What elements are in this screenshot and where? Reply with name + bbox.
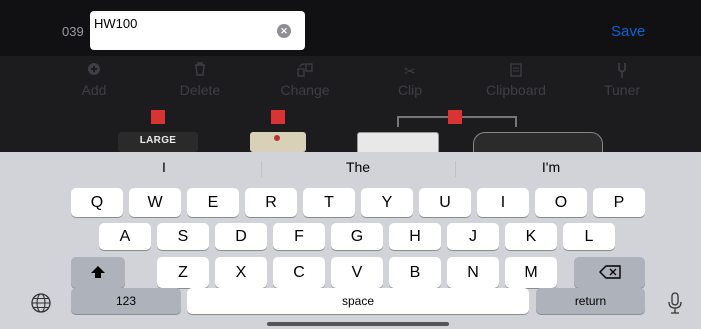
numbers-key[interactable]: 123 — [71, 288, 181, 314]
clipboard-button[interactable]: Clipboard — [476, 62, 556, 98]
shift-key[interactable] — [71, 257, 125, 288]
key-v[interactable]: V — [331, 257, 383, 288]
tuner-fork-icon — [582, 62, 662, 80]
key-s[interactable]: S — [157, 223, 209, 250]
suggestion-1[interactable]: I — [84, 159, 244, 175]
key-i[interactable]: I — [477, 188, 529, 217]
key-e[interactable]: E — [187, 188, 239, 217]
patch-name-field[interactable]: HW100 ✕ — [90, 11, 305, 50]
suggestion-divider — [261, 161, 262, 177]
key-h[interactable]: H — [389, 223, 441, 250]
shift-icon — [91, 266, 105, 278]
key-g[interactable]: G — [331, 223, 383, 250]
key-c[interactable]: C — [273, 257, 325, 288]
suggestion-2[interactable]: The — [278, 159, 438, 175]
change-button[interactable]: Change — [265, 62, 345, 98]
patch-name-value: HW100 — [94, 16, 138, 31]
clear-text-icon[interactable]: ✕ — [277, 24, 291, 38]
backspace-icon — [598, 265, 621, 279]
key-u[interactable]: U — [419, 188, 471, 217]
suggestion-3[interactable]: I'm — [471, 159, 631, 175]
amp-block[interactable]: LARGE CHAPEL — [118, 132, 198, 152]
amp-name: LARGE CHAPEL — [139, 135, 177, 146]
key-k[interactable]: K — [505, 223, 557, 250]
key-n[interactable]: N — [447, 257, 499, 288]
key-l[interactable]: L — [563, 223, 615, 250]
add-label: Add — [81, 82, 107, 98]
key-d[interactable]: D — [215, 223, 267, 250]
delete-button[interactable]: Delete — [160, 62, 240, 98]
scissors-icon: ✂ — [404, 63, 416, 79]
patch-editor: 039 HW100 ✕ Save Add Delete Change ✂ Cli… — [0, 0, 701, 152]
home-indicator — [267, 322, 449, 326]
key-w[interactable]: W — [129, 188, 181, 217]
backspace-key[interactable] — [574, 257, 645, 288]
effect-block[interactable] — [250, 132, 306, 152]
save-button[interactable]: Save — [611, 23, 645, 40]
key-x[interactable]: X — [215, 257, 267, 288]
patch-number: 039 — [62, 24, 84, 39]
key-q[interactable]: Q — [71, 188, 123, 217]
tuner-button[interactable]: Tuner — [582, 62, 662, 98]
clipboard-icon — [476, 62, 556, 80]
add-icon — [54, 62, 134, 80]
top-bar: 039 HW100 ✕ Save — [0, 0, 701, 56]
block-on-indicator[interactable] — [448, 110, 462, 124]
key-o[interactable]: O — [535, 188, 587, 217]
add-button[interactable]: Add — [54, 62, 134, 98]
suggestion-divider — [455, 161, 456, 177]
key-f[interactable]: F — [273, 223, 325, 250]
amp-head-block[interactable] — [357, 132, 439, 152]
globe-icon[interactable] — [31, 293, 51, 313]
key-p[interactable]: P — [593, 188, 645, 217]
tuner-label: Tuner — [603, 82, 641, 98]
key-b[interactable]: B — [389, 257, 441, 288]
cabinet-block[interactable] — [473, 132, 603, 152]
key-t[interactable]: T — [303, 188, 355, 217]
trash-icon — [160, 62, 240, 80]
microphone-icon[interactable] — [667, 292, 683, 314]
key-y[interactable]: Y — [361, 188, 413, 217]
return-key[interactable]: return — [536, 288, 645, 314]
clipboard-label: Clipboard — [486, 82, 546, 98]
delete-label: Delete — [179, 82, 221, 98]
key-r[interactable]: R — [245, 188, 297, 217]
key-m[interactable]: M — [505, 257, 557, 288]
change-label: Change — [280, 82, 330, 98]
block-on-indicator[interactable] — [271, 110, 285, 124]
key-z[interactable]: Z — [157, 257, 209, 288]
space-key[interactable]: space — [187, 288, 529, 314]
clip-label: Clip — [397, 82, 423, 98]
knob-icon — [274, 135, 280, 141]
key-j[interactable]: J — [447, 223, 499, 250]
key-a[interactable]: A — [99, 223, 151, 250]
swap-icon — [265, 62, 345, 80]
clip-button[interactable]: ✂ Clip — [370, 62, 450, 98]
onscreen-keyboard: I The I'm QWERTYUIOP ASDFGHJKL ZXCVBNM 1… — [0, 152, 701, 329]
block-on-indicator[interactable] — [151, 110, 165, 124]
